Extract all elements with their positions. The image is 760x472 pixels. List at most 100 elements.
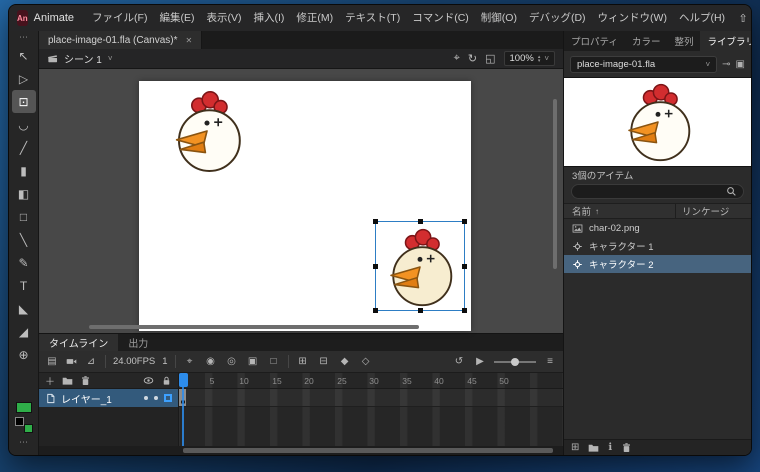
scene-chevron-icon[interactable]: ˅	[108, 54, 113, 63]
transform-handle[interactable]	[418, 308, 423, 313]
tab-output[interactable]: 出力	[118, 334, 158, 351]
line-tool-icon[interactable]: ╲	[12, 228, 36, 251]
zoom-control[interactable]: 100% ▴ ▾ ˅	[504, 51, 556, 66]
layer-outline-color-swatch[interactable]	[164, 394, 172, 402]
library-search-box[interactable]	[571, 184, 744, 199]
zoom-stepper-down-icon[interactable]: ▾	[538, 59, 541, 63]
toolbar-overflow-icon[interactable]: ⋯	[19, 437, 28, 449]
fps-value[interactable]: 24.00FPS	[113, 356, 155, 367]
delete-layer-icon[interactable]	[80, 375, 91, 386]
new-symbol-icon[interactable]: ⊞	[571, 442, 579, 453]
center-stage-icon[interactable]: ⌖	[454, 52, 460, 65]
insert-keyframe-icon[interactable]: ◆	[338, 356, 352, 367]
rotation-icon[interactable]: ↻	[468, 52, 477, 65]
onion-skin-icon[interactable]: ◉	[204, 356, 218, 367]
play-button-icon[interactable]: ▶	[473, 356, 487, 367]
loop-playback-icon[interactable]: ↺	[452, 356, 466, 367]
tab-color[interactable]: カラー	[625, 31, 668, 51]
rectangle-tool-icon[interactable]: □	[12, 205, 36, 228]
menu-commands[interactable]: コマンド(C)	[406, 5, 475, 31]
tab-align[interactable]: 整列	[667, 31, 700, 51]
selected-instance[interactable]	[375, 221, 465, 311]
library-item-bitmap[interactable]: char-02.png	[564, 219, 751, 237]
layer-lock-dot[interactable]	[154, 396, 158, 400]
item-properties-icon[interactable]: ℹ	[608, 442, 612, 453]
new-folder-icon[interactable]	[62, 375, 73, 386]
current-frame-value[interactable]: 1	[162, 356, 167, 367]
new-library-panel-icon[interactable]: ▣	[736, 59, 745, 70]
pin-library-icon[interactable]: ⊸	[722, 59, 730, 70]
edit-scene-icon[interactable]	[47, 53, 58, 64]
share-icon[interactable]: ⇧	[731, 12, 752, 25]
timeline-scrollbar-track[interactable]	[39, 446, 563, 455]
pasteboard[interactable]	[39, 69, 563, 333]
selection-tool-icon[interactable]: ↖	[12, 44, 36, 67]
new-folder-icon[interactable]	[588, 442, 599, 453]
subselection-tool-icon[interactable]: ▷	[12, 67, 36, 90]
stage-vertical-scrollbar[interactable]	[553, 99, 557, 269]
chicken-artwork-2[interactable]	[381, 225, 459, 309]
fill-color-mini-swatch[interactable]	[24, 424, 33, 433]
layer-row[interactable]: レイヤー_1	[39, 389, 178, 407]
document-tab[interactable]: place-image-01.fla (Canvas)* ✕	[39, 31, 202, 49]
clip-content-icon[interactable]: ◱	[485, 52, 495, 65]
eraser-tool-icon[interactable]: ◧	[12, 182, 36, 205]
transform-handle[interactable]	[373, 308, 378, 313]
chicken-artwork-1[interactable]	[167, 87, 247, 175]
graph-editor-icon[interactable]: ⊿	[84, 356, 98, 367]
show-hide-column-icon[interactable]	[143, 375, 154, 386]
column-linkage[interactable]: リンケージ	[676, 204, 729, 218]
transform-handle[interactable]	[373, 264, 378, 269]
menu-insert[interactable]: 挿入(I)	[247, 5, 290, 31]
menu-edit[interactable]: 編集(E)	[153, 5, 200, 31]
document-tab-close-icon[interactable]: ✕	[186, 36, 193, 45]
layer-visibility-dot[interactable]	[144, 396, 148, 400]
timeline-menu-icon[interactable]: ≡	[543, 356, 557, 367]
zoom-dropdown-icon[interactable]: ˅	[544, 54, 549, 63]
library-item-character-1[interactable]: キャラクター 1	[564, 237, 751, 255]
timeline-scrollbar-thumb[interactable]	[183, 448, 553, 453]
text-tool-icon[interactable]: T	[12, 274, 36, 297]
lock-column-icon[interactable]	[161, 375, 172, 386]
remove-frame-icon[interactable]: ⊟	[317, 356, 331, 367]
custom-onion-icon[interactable]: □	[267, 356, 281, 367]
toolbar-drag-dots-icon[interactable]: ⋯	[19, 32, 28, 44]
free-transform-tool-icon[interactable]: ⊡	[12, 90, 36, 113]
new-layer-icon[interactable]: ＋	[45, 373, 55, 388]
layer-name[interactable]: レイヤー_1	[61, 391, 112, 406]
fill-color-swatch[interactable]	[16, 402, 32, 413]
timeline-zoom-slider[interactable]	[494, 361, 536, 363]
column-name[interactable]: 名前 ↑	[564, 204, 676, 218]
tab-timeline[interactable]: タイムライン	[39, 334, 118, 351]
library-document-select[interactable]: place-image-01.fla ˅	[570, 56, 717, 73]
menu-text[interactable]: テキスト(T)	[339, 5, 406, 31]
center-frame-icon[interactable]: ⌖	[183, 356, 197, 367]
frames-grid[interactable]: 5 10 15 20 25 30 35 40 45 50	[179, 373, 563, 446]
transform-handle[interactable]	[373, 219, 378, 224]
timeline-ruler[interactable]: 5 10 15 20 25 30 35 40 45 50	[179, 373, 563, 389]
menu-file[interactable]: ファイル(F)	[86, 5, 153, 31]
insert-frame-icon[interactable]: ⊞	[296, 356, 310, 367]
insert-blank-keyframe-icon[interactable]: ◇	[359, 356, 373, 367]
scene-name[interactable]: シーン 1	[64, 51, 102, 66]
transform-handle[interactable]	[462, 219, 467, 224]
lasso-tool-icon[interactable]: ◡	[12, 113, 36, 136]
library-item-character-2[interactable]: キャラクター 2	[564, 255, 751, 273]
eyedropper-tool-icon[interactable]: ◢	[12, 320, 36, 343]
classic-brush-tool-icon[interactable]: ▮	[12, 159, 36, 182]
menu-view[interactable]: 表示(V)	[200, 5, 247, 31]
transform-handle[interactable]	[418, 219, 423, 224]
add-camera-icon[interactable]	[66, 356, 77, 367]
menu-modify[interactable]: 修正(M)	[290, 5, 339, 31]
zoom-tool-icon[interactable]: ⊕	[12, 343, 36, 366]
stage-canvas[interactable]	[139, 81, 471, 331]
delete-item-icon[interactable]	[621, 442, 632, 453]
menu-help[interactable]: ヘルプ(H)	[673, 5, 731, 31]
advanced-layers-icon[interactable]: ▤	[45, 356, 59, 367]
menu-window[interactable]: ウィンドウ(W)	[592, 5, 673, 31]
layer-frames-row[interactable]	[179, 389, 563, 407]
timeline-zoom-knob[interactable]	[511, 358, 519, 366]
menu-debug[interactable]: デバッグ(D)	[523, 5, 592, 31]
pen-tool-icon[interactable]: ✎	[12, 251, 36, 274]
onion-outline-icon[interactable]: ◎	[225, 356, 239, 367]
